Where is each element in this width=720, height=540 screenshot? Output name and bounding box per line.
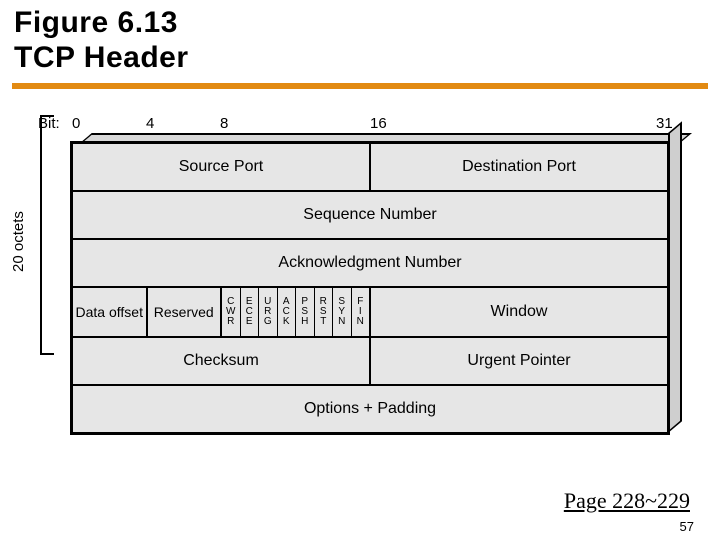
field-dest-port: Destination Port (370, 143, 668, 191)
header-table: Source Port Destination Port Sequence Nu… (70, 141, 670, 435)
bit-tick-4: 4 (146, 115, 154, 132)
row-checksum: Checksum Urgent Pointer (72, 337, 668, 385)
flag-rst: RST (314, 288, 333, 336)
bit-tick-8: 8 (220, 115, 228, 132)
row-ack: Acknowledgment Number (72, 239, 668, 287)
field-ack-number: Acknowledgment Number (72, 239, 668, 287)
edge-right (668, 121, 682, 433)
tcp-header-diagram: Bit: 0 4 8 16 31 20 octets Source Port D… (70, 115, 704, 435)
title-underline (12, 83, 708, 89)
bit-tick-0: 0 (72, 115, 80, 132)
figure-title: Figure 6.13 TCP Header (0, 0, 720, 81)
slide-number: 57 (680, 519, 694, 534)
field-options-padding: Options + Padding (72, 385, 668, 433)
title-line-2: TCP Header (14, 41, 189, 74)
row-seq: Sequence Number (72, 191, 668, 239)
flag-ece: ECE (240, 288, 259, 336)
field-urgent-pointer: Urgent Pointer (370, 337, 668, 385)
flag-urg: URG (258, 288, 277, 336)
bit-tick-16: 16 (370, 115, 387, 132)
octets-bracket: 20 octets (12, 115, 62, 355)
page-reference: Page 228~229 (564, 488, 690, 514)
bracket-line (40, 115, 54, 355)
row-flags: Data offset Reserved CWR ECE URG ACK PSH… (72, 287, 668, 337)
field-checksum: Checksum (72, 337, 370, 385)
flag-cwr: CWR (222, 288, 240, 336)
bit-tick-31: 31 (656, 115, 673, 132)
flag-syn: SYN (332, 288, 351, 336)
field-source-port: Source Port (72, 143, 370, 191)
field-window: Window (370, 287, 668, 337)
octets-label: 20 octets (10, 211, 27, 272)
field-reserved: Reserved (147, 287, 222, 337)
flag-psh: PSH (295, 288, 314, 336)
field-sequence-number: Sequence Number (72, 191, 668, 239)
title-line-1: Figure 6.13 (14, 6, 178, 39)
row-ports: Source Port Destination Port (72, 143, 668, 191)
flag-ack: ACK (277, 288, 296, 336)
field-data-offset: Data offset (72, 287, 147, 337)
row-options: Options + Padding (72, 385, 668, 433)
field-flags: CWR ECE URG ACK PSH RST SYN FIN (221, 287, 370, 337)
flag-fin: FIN (351, 288, 370, 336)
bit-axis: Bit: 0 4 8 16 31 (70, 115, 704, 141)
